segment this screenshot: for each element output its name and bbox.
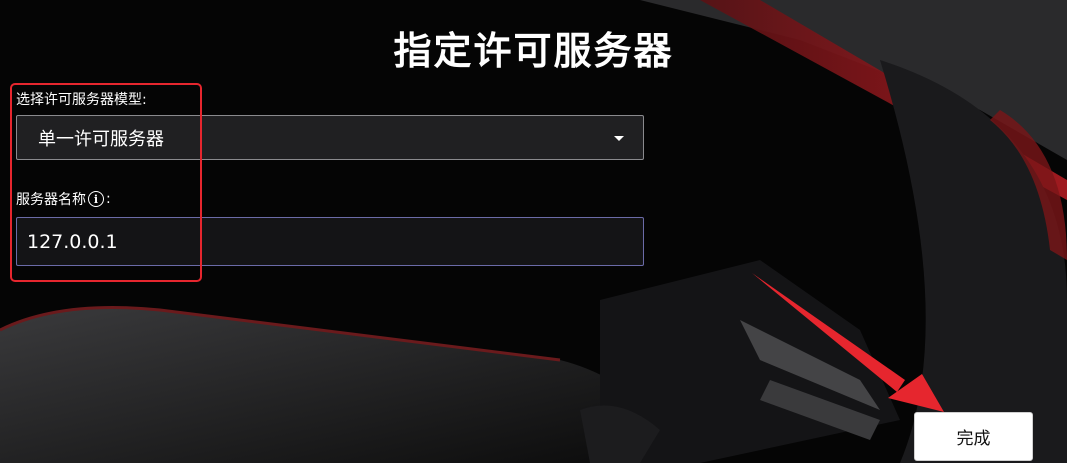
highlight-annotation-box: [10, 83, 202, 282]
done-button[interactable]: 完成: [914, 412, 1033, 461]
page-title: 指定许可服务器: [393, 28, 674, 73]
caret-down-icon[interactable]: [614, 136, 624, 141]
